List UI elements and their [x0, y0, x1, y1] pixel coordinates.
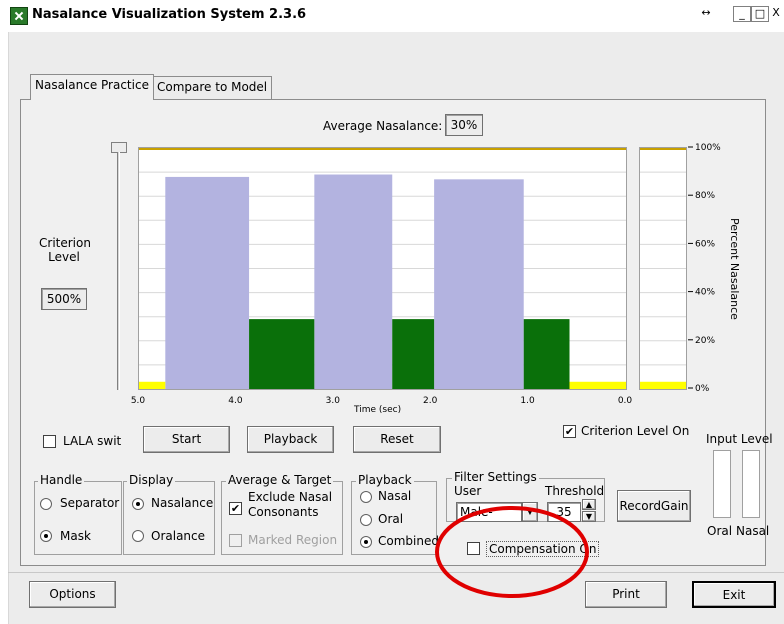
- side-level-bar: [640, 381, 686, 389]
- handle-mask-label: Mask: [60, 529, 91, 543]
- nasalance-chart-svg: [139, 147, 626, 390]
- exclude-nasal-checkbox[interactable]: ✔: [229, 502, 242, 515]
- y-tick-label: 40%: [695, 288, 715, 298]
- y-tick-label: 0%: [695, 384, 710, 394]
- display-group: [123, 481, 215, 555]
- minimize-button[interactable]: _: [733, 6, 751, 22]
- current-level-svg: [640, 147, 686, 390]
- playback-button[interactable]: Playback: [247, 426, 334, 453]
- input-level-title: Input Level: [706, 432, 773, 446]
- playback-combined-label: Combined: [378, 534, 439, 548]
- current-level-meter: [639, 147, 687, 390]
- display-nasalance-radio[interactable]: [132, 498, 144, 510]
- nasalance-chart: [138, 147, 627, 390]
- average-target-group-title: Average & Target: [226, 473, 334, 487]
- display-oralance-radio[interactable]: [132, 530, 144, 542]
- x-tick-label: 4.0: [228, 396, 243, 406]
- chart-bar-0-1: [314, 174, 393, 389]
- tab-compare-to-model[interactable]: Compare to Model: [152, 76, 273, 99]
- criterion-label: Criterion: [39, 236, 91, 250]
- filter-user-label: User: [454, 484, 482, 498]
- bottom-divider: [8, 572, 784, 573]
- nasal-level-meter: [742, 450, 760, 518]
- playback-combined-radio[interactable]: [360, 536, 372, 548]
- average-nasalance-value: 30%: [445, 114, 483, 136]
- nasal-level-label: Nasal: [736, 524, 770, 538]
- criterion-level-on-label: Criterion Level On: [581, 424, 690, 438]
- y-axis-label: Percent Nasalance: [728, 218, 741, 320]
- playback-group-title: Playback: [356, 473, 414, 487]
- record-gain-button[interactable]: RecordGain: [617, 490, 691, 522]
- chart-bar-1-2: [523, 319, 570, 389]
- x-tick-label: 2.0: [423, 396, 438, 406]
- criterion-level-on-checkbox[interactable]: ✔: [563, 425, 576, 438]
- x-tick-label: 0.0: [618, 396, 633, 406]
- playback-oral-radio[interactable]: [360, 514, 372, 526]
- handle-group: [34, 481, 122, 555]
- exit-button[interactable]: Exit: [692, 581, 776, 608]
- y-tick-label: 80%: [695, 191, 715, 201]
- chart-bar-2-1: [569, 381, 626, 389]
- playback-oral-label: Oral: [378, 512, 404, 526]
- x-axis-label: Time (sec): [354, 405, 402, 415]
- options-button[interactable]: Options: [29, 581, 116, 608]
- lala-switch-checkbox[interactable]: [43, 435, 56, 448]
- chart-bar-2-0: [139, 381, 166, 389]
- average-nasalance-label: Average Nasalance:: [323, 119, 443, 133]
- x-tick-label: 1.0: [520, 396, 535, 406]
- chart-bar-1-0: [249, 319, 315, 389]
- close-button[interactable]: X: [769, 6, 783, 22]
- x-tick-label: 3.0: [326, 396, 341, 406]
- x-tick-label: 5.0: [131, 396, 146, 406]
- display-group-title: Display: [127, 473, 176, 487]
- maximize-button[interactable]: □: [751, 6, 769, 22]
- handle-group-title: Handle: [38, 473, 85, 487]
- tab-nasalance-practice[interactable]: Nasalance Practice: [30, 74, 154, 100]
- marked-region-label: Marked Region: [248, 533, 338, 547]
- display-oralance-label: Oralance: [151, 529, 206, 543]
- y-tick-label: 100%: [695, 143, 721, 153]
- y-axis: 100% 80% 60% 40% 20% 0%: [688, 143, 721, 394]
- criterion-label-2: Level: [48, 250, 80, 264]
- oral-level-meter: [713, 450, 731, 518]
- exclude-nasal-label-2: Consonants: [248, 505, 319, 519]
- app-icon: [10, 7, 28, 25]
- resize-icon[interactable]: ↔: [697, 6, 715, 22]
- print-button[interactable]: Print: [585, 581, 667, 608]
- handle-separator-radio[interactable]: [40, 498, 52, 510]
- filter-settings-title: Filter Settings: [452, 470, 539, 484]
- chart-bar-1-1: [392, 319, 435, 389]
- reset-button[interactable]: Reset: [353, 426, 441, 453]
- lala-switch-label: LALA switch: [63, 434, 121, 448]
- playback-nasal-radio[interactable]: [360, 491, 372, 503]
- criterion-value: 500%: [41, 288, 87, 310]
- window-title: Nasalance Visualization System 2.3.6: [32, 7, 307, 22]
- handle-separator-label: Separator: [60, 496, 120, 510]
- chart-bar-0-0: [165, 176, 250, 389]
- y-tick-label: 60%: [695, 239, 715, 249]
- criterion-slider-track[interactable]: [117, 152, 120, 390]
- oral-level-label: Oral: [707, 524, 733, 538]
- marked-region-checkbox: [229, 534, 242, 547]
- highlight-circle: [435, 506, 589, 598]
- playback-nasal-label: Nasal: [378, 489, 412, 503]
- display-nasalance-label: Nasalance: [151, 496, 214, 510]
- y-tick-label: 20%: [695, 336, 715, 346]
- start-button[interactable]: Start: [143, 426, 230, 453]
- chart-bar-0-2: [434, 179, 524, 389]
- handle-mask-radio[interactable]: [40, 530, 52, 542]
- exclude-nasal-label: Exclude Nasal: [248, 490, 333, 504]
- filter-threshold-label: Threshold: [545, 484, 605, 498]
